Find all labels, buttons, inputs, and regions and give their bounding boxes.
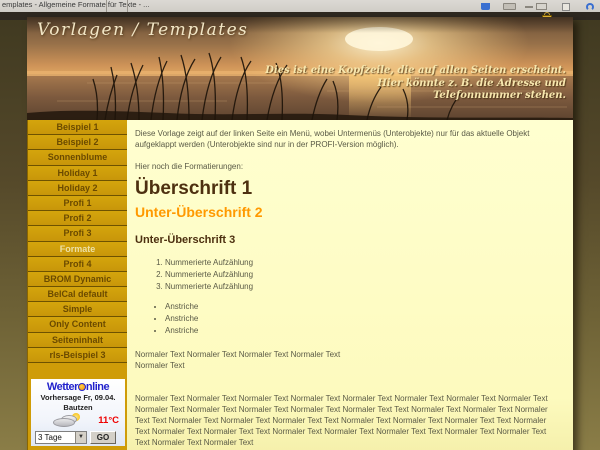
list-item: Anstriche [165, 301, 561, 312]
lead-paragraph: Hier noch die Formatierungen: [135, 161, 561, 172]
sidebar-item-belcal-default[interactable]: BelCal default [28, 287, 127, 302]
sidebar-item-beispiel-1[interactable]: Beispiel 1 [28, 120, 127, 135]
numbered-list: Nummerierte Aufzählung Nummerierte Aufzä… [135, 257, 561, 292]
header-tagline: Dies ist eine Kopfzeile, die auf allen S… [265, 65, 566, 103]
site-title: Vorlagen / Templates [37, 20, 248, 40]
weather-widget: Wetter nline Vorhersage Fr, 09.04. Bautze… [31, 379, 125, 446]
help-icon[interactable] [586, 3, 594, 11]
forecast-range-select[interactable]: 3 Tage ▼ [35, 431, 87, 444]
sun-icon [78, 383, 86, 391]
normal-text-paragraph: Normaler Text Normaler Text Normaler Tex… [135, 393, 561, 448]
heading-2: Unter-Überschrift 2 [135, 207, 561, 218]
sidebar-item-profi-2[interactable]: Profi 2 [28, 211, 127, 226]
printer-icon[interactable] [503, 3, 516, 10]
temperature-value: 11°C [98, 415, 119, 426]
normal-text-line: Normaler Text [135, 360, 561, 371]
sidebar-item-simple[interactable]: Simple [28, 302, 127, 317]
heading-1: Überschrift 1 [135, 183, 561, 194]
heading-3: Unter-Überschrift 3 [135, 235, 561, 246]
page-icon[interactable] [562, 3, 570, 11]
wetteronline-logo[interactable]: Wetter nline [31, 381, 125, 393]
sidebar-item-profi-3[interactable]: Profi 3 [28, 226, 127, 241]
tab-separator [127, 0, 128, 12]
sidebar-item-holiday-2[interactable]: Holiday 2 [28, 181, 127, 196]
sidebar-item-rls-beispiel-3[interactable]: rls-Beispiel 3 [28, 348, 127, 363]
browser-tab-bar: emplates - Allgemeine Formate für Texte … [0, 0, 600, 12]
chevron-down-icon[interactable]: ▼ [75, 432, 86, 443]
list-item: Nummerierte Aufzählung [165, 257, 561, 268]
tagline-line: Hier könnte z. B. die Adresse und [265, 78, 566, 91]
minimize-icon[interactable] [525, 6, 533, 8]
logo-text-online: nline [86, 381, 109, 393]
list-item: Nummerierte Aufzählung [165, 281, 561, 292]
tab-separator [106, 0, 107, 12]
main-content: Diese Vorlage zeigt auf der linken Seite… [127, 120, 573, 450]
sidebar-item-formate[interactable]: Formate [28, 242, 127, 257]
forecast-city: Bautzen [31, 403, 125, 413]
sidebar-item-brom-dynamic[interactable]: BROM Dynamic [28, 272, 127, 287]
sidebar-item-beispiel-2[interactable]: Beispiel 2 [28, 135, 127, 150]
forecast-date: Vorhersage Fr, 09.04. [31, 393, 125, 403]
page: emplates - Allgemeine Formate für Texte … [0, 0, 600, 450]
bullet-list: Anstriche Anstriche Anstriche [135, 301, 561, 336]
select-value: 3 Tage [36, 432, 75, 443]
intro-paragraph: Diese Vorlage zeigt auf der linken Seite… [135, 128, 561, 150]
window-icon[interactable] [536, 3, 547, 10]
browser-toolbar-icon[interactable] [481, 3, 490, 10]
tagline-line: Dies ist eine Kopfzeile, die auf allen S… [265, 65, 566, 78]
list-item: Anstriche [165, 325, 561, 336]
list-item: Nummerierte Aufzählung [165, 269, 561, 280]
list-item: Anstriche [165, 313, 561, 324]
logo-text-wetter: Wetter [47, 381, 78, 393]
sidebar-item-seiteninhalt[interactable]: Seiteninhalt [28, 333, 127, 348]
go-button[interactable]: GO [90, 431, 116, 444]
sidebar-item-only-content[interactable]: Only Content [28, 317, 127, 332]
sidebar-item-profi-4[interactable]: Profi 4 [28, 257, 127, 272]
header-banner: Vorlagen / Templates Dies ist eine Kopfz… [27, 17, 573, 120]
sidebar-item-profi-1[interactable]: Profi 1 [28, 196, 127, 211]
sidebar-menu: Beispiel 1 Beispiel 2 Sonnenblume Holida… [27, 120, 127, 450]
sidebar-item-sonnenblume[interactable]: Sonnenblume [28, 150, 127, 165]
website-template: Vorlagen / Templates Dies ist eine Kopfz… [27, 17, 573, 450]
partly-cloudy-icon [53, 414, 83, 427]
tagline-line: Telefonnummer stehen. [265, 90, 566, 103]
normal-text-line: Normaler Text Normaler Text Normaler Tex… [135, 349, 561, 360]
sidebar-item-holiday-1[interactable]: Holiday 1 [28, 166, 127, 181]
